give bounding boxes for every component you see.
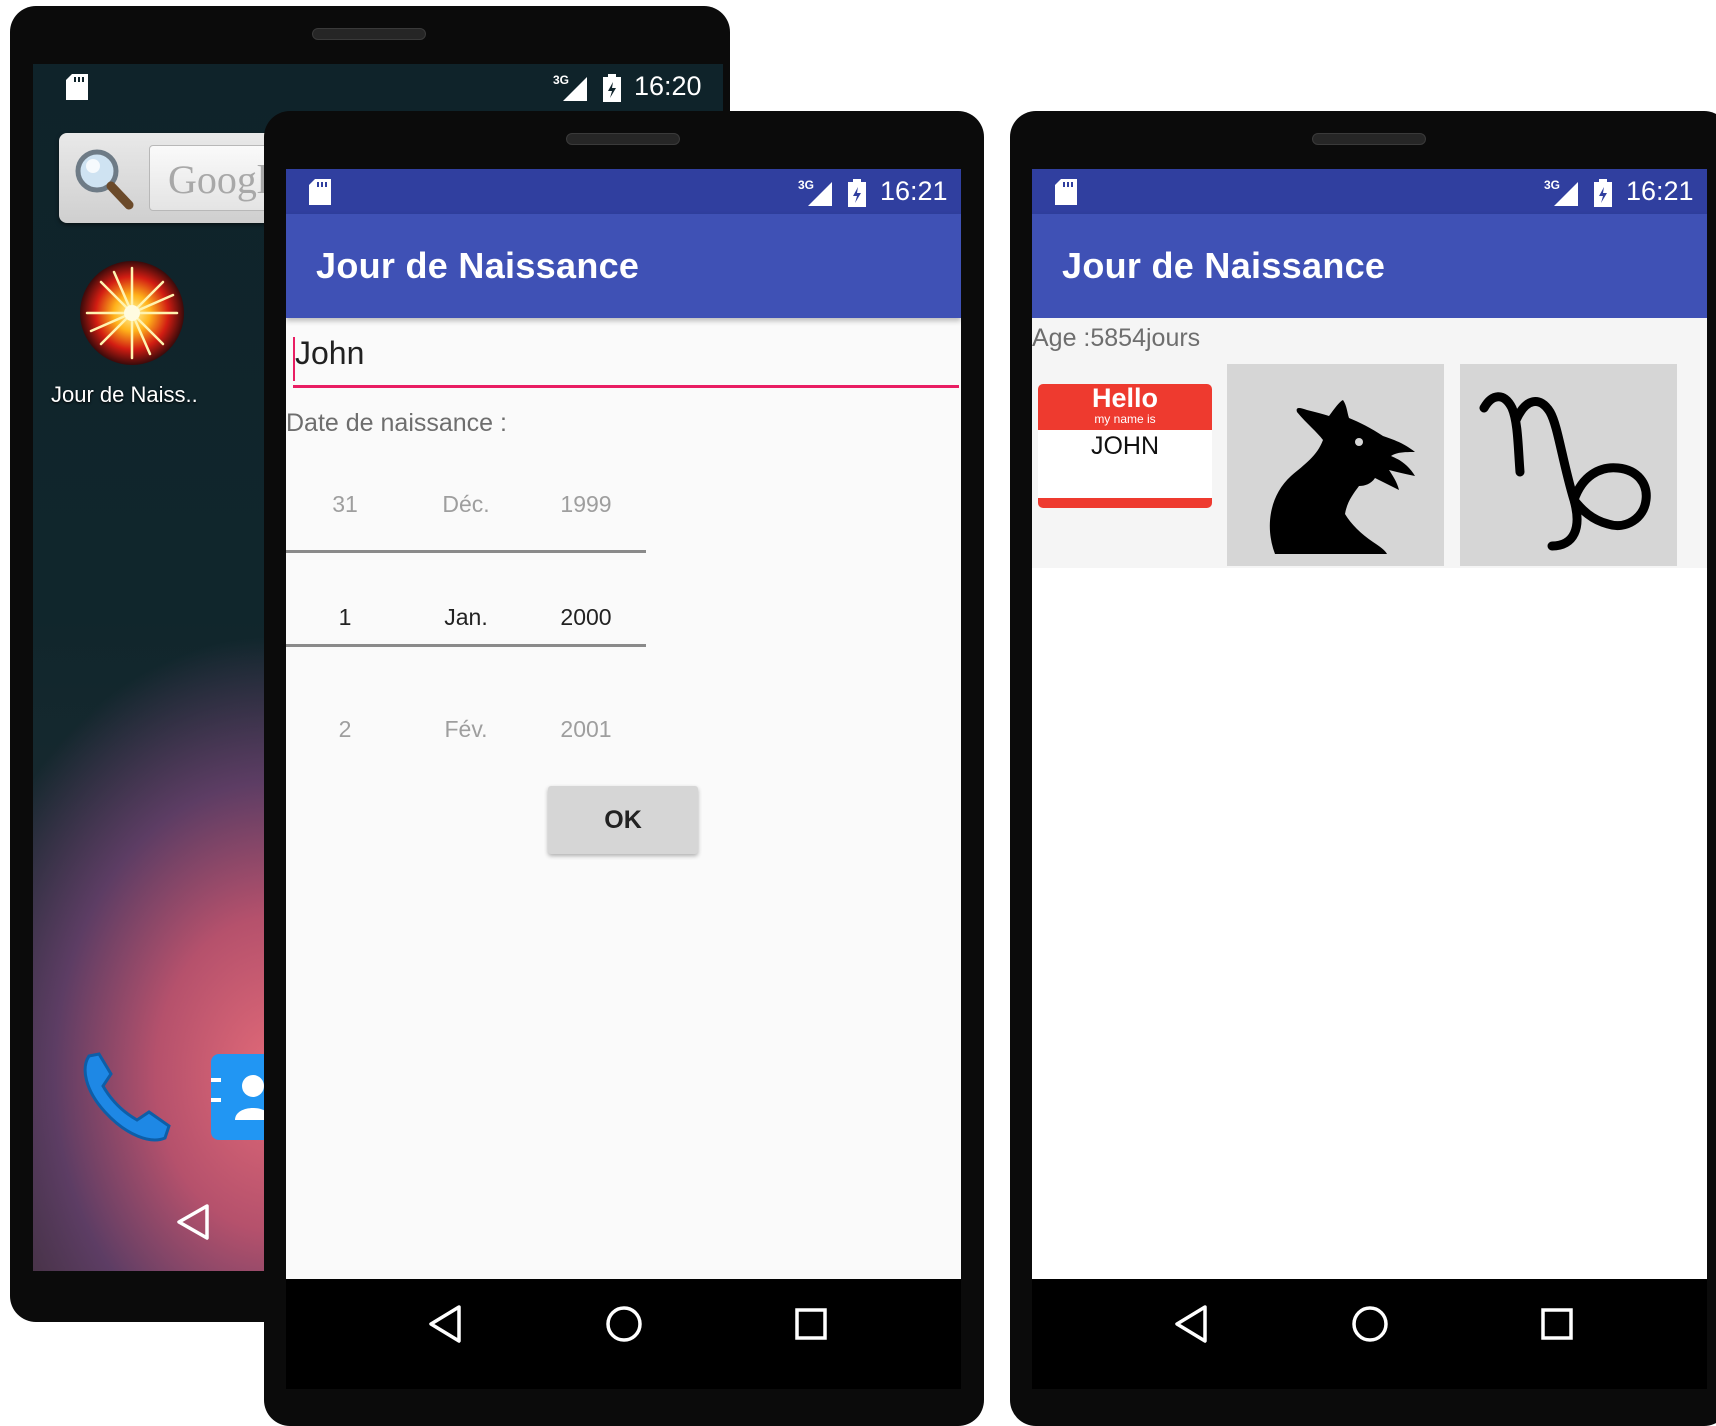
- signal-icon: 3G: [553, 73, 587, 101]
- app-title: Jour de Naissance: [316, 245, 640, 286]
- network-type: 3G: [553, 73, 569, 87]
- network-type: 3G: [798, 178, 814, 192]
- name-tag-header: Hello my name is: [1038, 384, 1212, 430]
- battery-icon: [848, 179, 866, 207]
- picker-prev-day[interactable]: 31: [290, 491, 400, 518]
- navigation-bar: [286, 1279, 961, 1389]
- picker-prev-month[interactable]: Déc.: [411, 491, 521, 518]
- age-text: Age :5854jours: [1032, 324, 1201, 352]
- date-label: Date de naissance :: [286, 409, 507, 437]
- picker-selected-month[interactable]: Jan.: [411, 604, 521, 631]
- chinese-zodiac-tile: [1227, 364, 1444, 566]
- phone-dock-icon[interactable]: [75, 1046, 179, 1150]
- phone-speaker: [312, 28, 426, 40]
- capricorn-icon: [1479, 392, 1651, 551]
- sd-card-icon: [1055, 179, 1077, 205]
- navigation-bar: [1032, 1279, 1707, 1389]
- app-label[interactable]: Jour de Naiss..: [51, 382, 201, 408]
- signal-icon: 3G: [798, 178, 832, 206]
- recents-nav-icon[interactable]: [766, 1279, 856, 1369]
- result-screen: 3G 16:21 Jour de Naissance Age :5854jour…: [1032, 169, 1707, 1279]
- phone-input: 3G 16:21 Jour de Naissance John Date de …: [264, 111, 984, 1426]
- name-tag-hello: Hello: [1091, 383, 1158, 413]
- name-tag-footer: [1038, 498, 1212, 508]
- ok-button-label: OK: [604, 806, 642, 834]
- app-bar: Jour de Naissance: [286, 214, 961, 318]
- result-panel: Age :5854jours Hello my name is JOHN: [1032, 318, 1707, 568]
- picker-divider-top: [286, 550, 646, 553]
- result-status-bar: 3G 16:21: [1032, 169, 1707, 214]
- picker-next-year[interactable]: 2001: [531, 716, 641, 743]
- recents-nav-icon[interactable]: [1512, 1279, 1602, 1369]
- dragon-icon: [1269, 400, 1415, 554]
- name-tag-name: JOHN: [1090, 432, 1160, 460]
- search-icon[interactable]: [71, 145, 135, 211]
- name-input-value: John: [295, 335, 365, 371]
- picker-selected-day[interactable]: 1: [290, 604, 400, 631]
- firework-app-icon[interactable]: [79, 260, 185, 366]
- back-nav-icon[interactable]: [400, 1279, 490, 1369]
- status-time: 16:21: [1626, 176, 1694, 206]
- signal-icon: 3G: [1544, 178, 1578, 206]
- home-nav-icon[interactable]: [1325, 1279, 1415, 1369]
- status-time: 16:21: [880, 176, 948, 206]
- name-tag-subtitle: my name is: [1094, 412, 1156, 426]
- phone-speaker: [566, 133, 680, 145]
- picker-next-day[interactable]: 2: [290, 716, 400, 743]
- picker-selected-year[interactable]: 2000: [531, 604, 641, 631]
- status-time: 16:20: [634, 71, 702, 101]
- home-nav-icon[interactable]: [579, 1279, 669, 1369]
- phone-speaker: [1312, 133, 1426, 145]
- date-picker[interactable]: 31 Déc. 1999 1 Jan. 2000 2 Fév. 2001: [286, 464, 646, 754]
- name-tag-body: JOHN: [1038, 430, 1212, 498]
- battery-icon: [603, 74, 621, 102]
- back-nav-icon[interactable]: [1146, 1279, 1236, 1369]
- phone-result: 3G 16:21 Jour de Naissance Age :5854jour…: [1010, 111, 1716, 1426]
- battery-icon: [1594, 179, 1612, 207]
- app-title: Jour de Naissance: [1062, 245, 1386, 286]
- zodiac-sign-tile: [1460, 364, 1677, 566]
- sd-card-icon: [309, 179, 331, 205]
- ok-button[interactable]: OK: [548, 786, 698, 854]
- app-bar: Jour de Naissance: [1032, 214, 1707, 318]
- network-type: 3G: [1544, 178, 1560, 192]
- back-nav-icon[interactable]: [173, 1202, 213, 1242]
- picker-divider-bottom: [286, 644, 646, 647]
- name-tag: Hello my name is JOHN: [1038, 384, 1212, 508]
- input-screen: 3G 16:21 Jour de Naissance John Date de …: [286, 169, 961, 1279]
- sd-card-icon: [66, 74, 88, 100]
- name-input[interactable]: John: [293, 329, 959, 388]
- picker-prev-year[interactable]: 1999: [531, 491, 641, 518]
- picker-next-month[interactable]: Fév.: [411, 716, 521, 743]
- input-status-bar: 3G 16:21: [286, 169, 961, 214]
- launcher-status-bar: 3G 16:20: [33, 64, 723, 109]
